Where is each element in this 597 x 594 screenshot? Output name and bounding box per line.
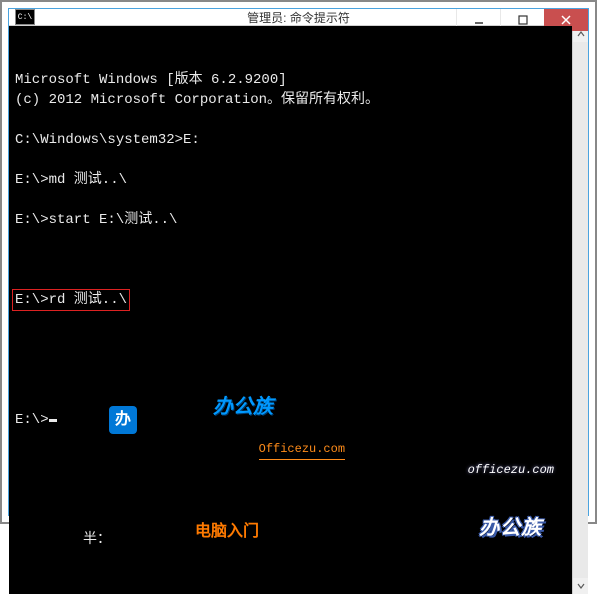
- close-icon: [561, 15, 571, 25]
- scroll-down-button[interactable]: [573, 578, 588, 594]
- titlebar[interactable]: C:\ 管理员: 命令提示符: [9, 9, 588, 26]
- scroll-track[interactable]: [573, 42, 588, 578]
- highlighted-command: E:\>rd 测试..\: [12, 289, 130, 311]
- watermark-brand: 办公族: [141, 399, 345, 419]
- terminal-line: E:\>start E:\测试..\: [15, 210, 566, 230]
- terminal-line: (c) 2012 Microsoft Corporation。保留所有权利。: [15, 90, 566, 110]
- watermark-right-brand: 办公族: [468, 520, 554, 540]
- terminal-line: Microsoft Windows [版本 6.2.9200]: [15, 70, 566, 90]
- cursor: [49, 419, 57, 422]
- watermark-url: Officezu.com: [259, 439, 345, 460]
- vertical-scrollbar[interactable]: [572, 26, 588, 594]
- chevron-up-icon: [577, 30, 585, 38]
- terminal-output[interactable]: Microsoft Windows [版本 6.2.9200](c) 2012 …: [9, 26, 572, 594]
- client-area: Microsoft Windows [版本 6.2.9200](c) 2012 …: [9, 26, 588, 594]
- cmd-window: C:\ 管理员: 命令提示符 Microsoft Windows [版本 6.2…: [8, 8, 589, 516]
- watermark-subtitle: 电脑入门: [109, 522, 345, 542]
- app-icon: C:\: [15, 9, 35, 25]
- minimize-icon: [474, 15, 484, 25]
- watermark-right-url: officezu.com: [468, 460, 554, 480]
- terminal-line: E:\>md 测试..\: [15, 170, 566, 190]
- terminal-line: [15, 110, 566, 130]
- chevron-down-icon: [577, 582, 585, 590]
- screenshot-frame: C:\ 管理员: 命令提示符 Microsoft Windows [版本 6.2…: [0, 0, 597, 524]
- watermark-logo-icon: 办: [109, 406, 137, 434]
- watermark-right: officezu.com 办公族: [468, 420, 554, 580]
- watermark-left: 办 办公族 Officezu.com 电脑入门: [109, 319, 345, 582]
- terminal-line: C:\Windows\system32>E:: [15, 130, 566, 150]
- terminal-line: [15, 150, 566, 170]
- prompt: E:\>: [15, 412, 49, 428]
- ime-label: 半：: [83, 530, 111, 550]
- terminal-line: [15, 230, 566, 250]
- maximize-icon: [518, 15, 528, 25]
- terminal-line: [15, 190, 566, 210]
